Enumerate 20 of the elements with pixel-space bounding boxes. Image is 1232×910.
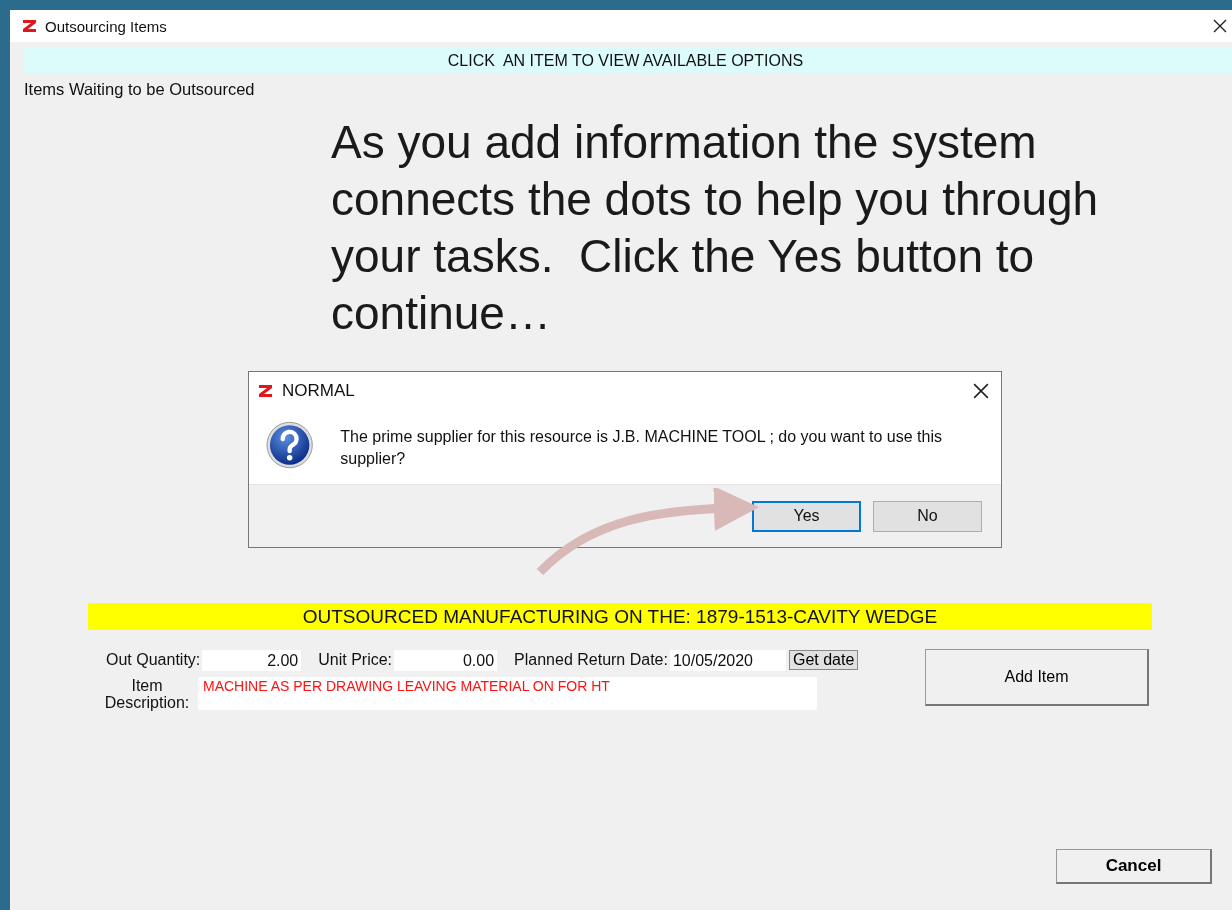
input-field[interactable]: 0.00 (394, 649, 498, 671)
get-date-button[interactable]: Get date (788, 650, 859, 670)
input-field[interactable]: 2.00 (202, 649, 302, 671)
tutorial-caption: As you add information the system connects the dots to help you through your tasks. Click the Yes button to continue… (331, 115, 1100, 341)
field-label: Planned Return Date: (513, 651, 668, 669)
dialog-message: The prime supplier for this resource is J.B. MACHINE TOOL ; do you want to use this supplier? (340, 427, 943, 469)
list-label: Items Waiting to be Outsourced (24, 80, 256, 98)
field-label: Item Description: (103, 677, 191, 711)
field-label: Unit Price: (317, 651, 393, 669)
no-button[interactable]: No (873, 500, 982, 532)
window-title: Outsourcing Items (45, 17, 168, 35)
instruction-banner: CLICK AN ITEM TO VIEW AVAILABLE OPTIONS (24, 47, 1232, 73)
add-item-button[interactable]: Add Item (925, 649, 1149, 706)
input-field[interactable]: 10/05/2020 (669, 649, 786, 671)
cancel-button[interactable]: Cancel (1056, 849, 1212, 884)
description-field[interactable]: MACHINE AS PER DRAWING LEAVING MATERIAL ON FOR HT (198, 677, 817, 710)
header-bar: OUTSOURCED MANUFACTURING ON THE: 1879-1513-CAVITY WEDGE (88, 603, 1152, 630)
dialog-title: NORMAL (282, 381, 356, 401)
field-label: Out Quantity: (105, 651, 201, 669)
yes-button[interactable]: Yes (752, 500, 861, 532)
